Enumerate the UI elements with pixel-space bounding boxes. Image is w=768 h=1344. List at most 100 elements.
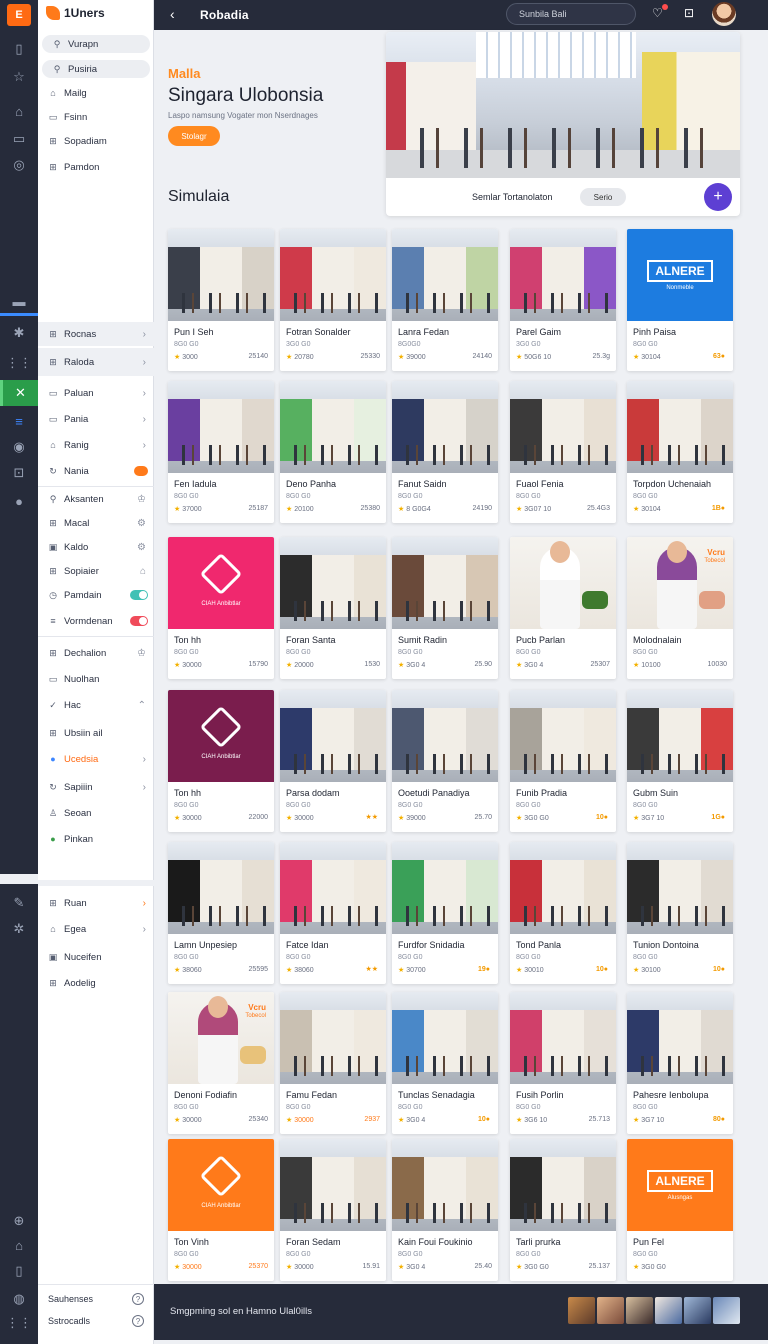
sidebar-item-sapiiin[interactable]: ↻ Sapiiin › <box>38 776 154 798</box>
product-card[interactable]: Tond Panla 8G0 G0 ★ 30010 10 ● <box>510 842 616 984</box>
hero-chip[interactable]: Serio <box>580 188 626 206</box>
search-input[interactable]: Sunbila Bali <box>506 3 636 25</box>
avatar[interactable] <box>712 2 736 26</box>
file-icon[interactable]: ▯ <box>0 1258 38 1284</box>
product-card[interactable]: Lanra Fedan 8G0G0 ★ 39000 24140 <box>392 229 498 371</box>
sidebar-item-kaldo[interactable]: ▣ Kaldo ⚙ <box>38 536 154 558</box>
sidebar-footer-item-2[interactable]: Sstrocadls? <box>38 1310 154 1332</box>
sidebar-item-pinkan[interactable]: ● Pinkan <box>38 828 154 850</box>
product-card[interactable]: Fen Iadula 8G0 G0 ★ 37000 25187 <box>168 381 274 523</box>
thumbnail[interactable] <box>597 1297 624 1324</box>
product-card[interactable]: Tunion Dontoina 8G0 G0 ★ 30100 10 ● <box>627 842 733 984</box>
product-card[interactable]: Vcru Tobecol Denoni Fodiafin 8G0 G0 ★ 30000 2… <box>168 992 274 1134</box>
product-card[interactable]: Parsa dodam 8G0 G0 ★ 30000 ★★ <box>280 690 386 832</box>
box-icon[interactable]: ⊡ <box>0 460 38 486</box>
sidebar-item-aksanten[interactable]: ⚲ Aksanten ♔ <box>38 488 154 510</box>
product-card[interactable]: Kain Foui Foukinio 8G0 G0 ★ 3G0 4 25.40 <box>392 1139 498 1281</box>
compass-icon[interactable]: ◎ <box>0 152 38 178</box>
list-icon[interactable]: ≡ <box>0 408 38 434</box>
sidebar-footer-item-1[interactable]: Sauhenses? <box>38 1288 154 1310</box>
thumbnail[interactable] <box>568 1297 595 1324</box>
sidebar-item-dechalion[interactable]: ⊞ Dechalion ♔ <box>38 642 154 664</box>
hero-cta-button[interactable]: Stolagr <box>168 126 220 146</box>
thumbnail[interactable] <box>655 1297 682 1324</box>
sidebar-item-hac[interactable]: ✓ Hac ⌃ <box>38 694 154 716</box>
product-card[interactable]: ALNERE Nonmeble Pinh Paisa 8G0 G0 ★ 30104 63 … <box>627 229 733 371</box>
device-icon[interactable]: ▯ <box>0 36 38 62</box>
map-icon[interactable]: ✕ <box>0 380 38 406</box>
sidebar-item-pania[interactable]: ▭ Pania › <box>38 408 154 430</box>
product-card[interactable]: Pucb Parlan 8G0 G0 ★ 3G0 4 25307 <box>510 537 616 679</box>
hero-card[interactable]: Semlar Tortanolaton Serio + <box>386 32 740 216</box>
product-card[interactable]: Foran Sedam 8G0 G0 ★ 30000 15.91 <box>280 1139 386 1281</box>
sidebar-item-sopiaier[interactable]: ⊞ Sopiaier ⌂ <box>38 560 154 582</box>
heart-icon[interactable]: ♡ <box>652 6 663 20</box>
folder-icon[interactable]: ▬ <box>0 288 38 314</box>
add-button[interactable]: + <box>704 183 732 211</box>
sidebar-item-mail[interactable]: ⌂ Mailg <box>38 82 154 104</box>
star-icon[interactable]: ☆ <box>0 64 38 90</box>
chat-icon[interactable]: ● <box>0 488 38 514</box>
sidebar-item-egea[interactable]: ⌂ Egea › <box>38 918 154 940</box>
product-card[interactable]: Furdfor Snidadia 8G0 G0 ★ 30700 19 ● <box>392 842 498 984</box>
product-card[interactable]: Pahesre Ienbolupa 8G0 G0 ★ 3G7 10 80 ● <box>627 992 733 1134</box>
product-card[interactable]: Tunclas Senadagia 8G0 G0 ★ 3G0 4 10 ● <box>392 992 498 1134</box>
product-card[interactable]: CIAH Anbibtlar Ton hh 8G0 G0 ★ 30000 15790 <box>168 537 274 679</box>
sidebar-item-nania[interactable]: ↻ Nania <box>38 460 154 482</box>
sidebar-item-pamdon[interactable]: ⊞ Pamdon <box>38 156 154 178</box>
sidebar-item-paluan[interactable]: ▭ Paluan › <box>38 382 154 404</box>
product-card[interactable]: Funib Pradia 8G0 G0 ★ 3G0 G0 10 ● <box>510 690 616 832</box>
clock-icon[interactable]: ◉ <box>0 434 38 460</box>
product-card[interactable]: Fanut Saidn 8G0 G0 ★ 8 G0G4 24190 <box>392 381 498 523</box>
sidebar-item-macal[interactable]: ⊞ Macal ⚙ <box>38 512 154 534</box>
product-card[interactable]: Sumit Radin 8G0 G0 ★ 3G0 4 25.90 <box>392 537 498 679</box>
sidebar-item-search-1[interactable]: ⚲ Vurapn <box>42 35 150 53</box>
sidebar-item-nuolhan[interactable]: ▭ Nuolhan <box>38 668 154 690</box>
sidebar-item-rocnas[interactable]: ⊞ Rocnas › <box>38 322 154 346</box>
apps-icon[interactable]: ⋮⋮ <box>0 350 38 376</box>
product-card[interactable]: Pun I Seh 8G0 G0 ★ 3000 25140 <box>168 229 274 371</box>
sidebar-item-search-2[interactable]: ⚲ Pusiria <box>42 60 150 78</box>
product-card[interactable]: CIAH Anbibtlar Ton hh 8G0 G0 ★ 30000 22000 <box>168 690 274 832</box>
product-card[interactable]: Foran Santa 8G0 G0 ★ 20000 1530 <box>280 537 386 679</box>
product-card[interactable]: Fuaol Fenia 8G0 G0 ★ 3G07 10 25.4G3 <box>510 381 616 523</box>
toggle-switch[interactable] <box>130 616 148 626</box>
product-card[interactable]: ALNERE Alusngas Pun Fel 8G0 G0 ★ 3G0 G0 <box>627 1139 733 1281</box>
product-card[interactable]: Fatce Idan 8G0 G0 ★ 38060 ★★ <box>280 842 386 984</box>
sidebar-item-raloda[interactable]: ⊞ Raloda › <box>38 348 154 376</box>
cart-icon[interactable]: ⊡ <box>684 6 694 20</box>
product-card[interactable]: Fusih Porlin 8G0 G0 ★ 3G6 10 25.713 <box>510 992 616 1134</box>
product-card[interactable]: Parel Gaim 3G0 G0 ★ 50G6 10 25.3g <box>510 229 616 371</box>
help-icon[interactable]: ? <box>132 1293 144 1305</box>
sidebar-item-sopadiam[interactable]: ⊞ Sopadiam <box>38 130 154 152</box>
product-card[interactable]: Gubm Suin 8G0 G0 ★ 3G7 10 1G ● <box>627 690 733 832</box>
grid-icon[interactable]: ⋮⋮ <box>0 1310 38 1336</box>
sidebar-item-ubsiin[interactable]: ⊞ Ubsiin ail <box>38 722 154 744</box>
sidebar-item-fsinn[interactable]: ▭ Fsinn <box>38 106 154 128</box>
app-logo[interactable]: E <box>7 4 31 26</box>
sidebar-item-ruan[interactable]: ⊞ Ruan › <box>38 892 154 914</box>
sidebar-item-nuceifen[interactable]: ▣ Nuceifen <box>38 946 154 968</box>
help-icon[interactable]: ◍ <box>0 1286 38 1312</box>
back-arrow-icon[interactable]: ‹ <box>170 6 175 22</box>
product-card[interactable]: Famu Fedan 8G0 G0 ★ 30000 2937 <box>280 992 386 1134</box>
home-icon[interactable]: ⌂ <box>0 1232 38 1258</box>
product-card[interactable]: Lamn Unpesiep 8G0 G0 ★ 38060 25595 <box>168 842 274 984</box>
product-card[interactable]: Tarli prurka 8G0 G0 ★ 3G0 G0 25.137 <box>510 1139 616 1281</box>
puzzle-icon[interactable]: ✱ <box>0 320 38 346</box>
settings-icon[interactable]: ✲ <box>0 916 38 942</box>
sidebar-item-seoan[interactable]: ♙ Seoan <box>38 802 154 824</box>
brush-icon[interactable]: ✎ <box>0 890 38 916</box>
thumbnail[interactable] <box>626 1297 653 1324</box>
help-icon[interactable]: ? <box>132 1315 144 1327</box>
toggle-switch[interactable] <box>130 590 148 600</box>
sidebar-item-pamdain[interactable]: ◷ Pamdain <box>38 584 154 606</box>
product-card[interactable]: Ooetudi Panadiya 8G0 G0 ★ 39000 25.70 <box>392 690 498 832</box>
sidebar-item-aodelig[interactable]: ⊞ Aodelig <box>38 972 154 994</box>
product-card[interactable]: Fotran Sonalder 3G0 G0 ★ 20780 25330 <box>280 229 386 371</box>
thumbnail[interactable] <box>713 1297 740 1324</box>
product-card[interactable]: Torpdon Uchenaiah 8G0 G0 ★ 30104 1B ● <box>627 381 733 523</box>
globe-icon[interactable]: ⊕ <box>0 1208 38 1234</box>
product-card[interactable]: Vcru Tobecol Molodnalain 8G0 G0 ★ 10100 10030 <box>627 537 733 679</box>
sidebar-item-ucedsia[interactable]: ● Ucedsia › <box>38 748 154 770</box>
